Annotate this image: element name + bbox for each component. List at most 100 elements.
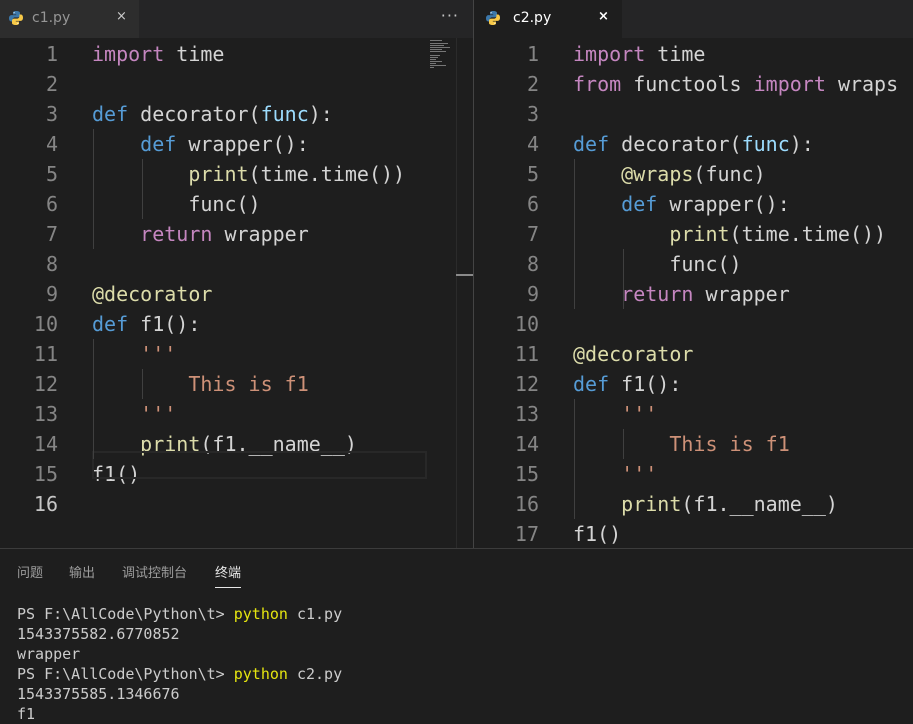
code-text: def decorator(func): — [573, 129, 814, 159]
indent-guide — [574, 159, 575, 309]
code-token: f1(): — [621, 372, 682, 396]
terminal-prompt: PS F:\AllCode\Python\t> — [17, 605, 234, 623]
line-number: 9 — [45, 282, 58, 306]
code-line[interactable]: 4 def wrapper(): — [0, 129, 473, 159]
code-line[interactable]: 10 — [474, 309, 913, 339]
tab-terminal[interactable]: 终端 — [215, 562, 242, 588]
code-line[interactable]: 7 return wrapper — [0, 219, 473, 249]
code-token: def — [573, 132, 622, 156]
line-number: 7 — [45, 222, 58, 246]
tab-debug-console[interactable]: 调试控制台 — [122, 562, 187, 581]
code-line[interactable]: 9 return wrapper — [474, 279, 913, 309]
code-token: ''' — [140, 402, 177, 426]
code-line[interactable]: 7 print(time.time()) — [474, 219, 913, 249]
tab-output[interactable]: 输出 — [69, 562, 95, 581]
tab-c2-py[interactable]: c2.py × — [474, 0, 622, 38]
terminal-prompt: PS F:\AllCode\Python\t> — [17, 665, 234, 683]
code-token: ''' — [140, 342, 177, 366]
tab-label: c2.py — [513, 10, 552, 26]
code-line[interactable]: 14 This is f1 — [474, 429, 913, 459]
code-line[interactable]: 4 def decorator(func): — [474, 129, 913, 159]
code-text: import time — [573, 39, 705, 69]
code-token: func — [260, 102, 309, 126]
code-line[interactable]: 3 def decorator(func): — [0, 99, 473, 129]
code-token: func() — [92, 192, 261, 216]
code-line[interactable]: 13 ''' — [474, 399, 913, 429]
code-text: print(time.time()) — [573, 219, 886, 249]
code-token: return — [621, 282, 706, 306]
code-line[interactable]: 5 print(time.time()) — [0, 159, 473, 189]
indent-guide — [142, 159, 143, 219]
tab-c1-py[interactable]: c1.py × — [0, 0, 139, 38]
tab-problems[interactable]: 问题 — [17, 562, 43, 581]
code-line[interactable]: 1 import time — [474, 39, 913, 69]
code-text: ''' — [92, 339, 176, 369]
line-number: 6 — [526, 192, 539, 216]
code-line[interactable]: 3 — [474, 99, 913, 129]
minimap[interactable] — [428, 38, 456, 548]
line-number: 16 — [33, 492, 58, 516]
code-token: f1(): — [140, 312, 201, 336]
code-line[interactable]: 11 @decorator — [474, 339, 913, 369]
code-line[interactable]: 5 @wraps(func) — [474, 159, 913, 189]
line-number: 1 — [45, 42, 58, 66]
code-line[interactable]: 17 f1() — [474, 519, 913, 548]
code-line[interactable]: 12 def f1(): — [474, 369, 913, 399]
code-line[interactable]: 11 ''' — [0, 339, 473, 369]
code-line[interactable]: 10 def f1(): — [0, 309, 473, 339]
code-line[interactable]: 8 — [0, 249, 473, 279]
code-line[interactable]: 12 This is f1 — [0, 369, 473, 399]
terminal-line: PS F:\AllCode\Python\t> python c1.py — [17, 605, 342, 623]
terminal-line: 1543375585.1346676 — [17, 685, 180, 703]
close-icon[interactable]: × — [598, 9, 609, 24]
code-text: @wraps(func) — [573, 159, 766, 189]
code-text: This is f1 — [573, 429, 789, 459]
code-line[interactable]: 15 ''' — [474, 459, 913, 489]
code-line[interactable]: 9 @decorator — [0, 279, 473, 309]
code-token: func — [741, 132, 790, 156]
line-number: 8 — [526, 252, 539, 276]
vertical-scrollbar[interactable] — [456, 38, 473, 548]
code-token: ''' — [621, 462, 658, 486]
code-token: wrapper(): — [669, 192, 790, 216]
code-token: print — [669, 222, 730, 246]
terminal-line: wrapper — [17, 645, 81, 663]
code-token: This is f1 — [188, 372, 309, 396]
code-text: def decorator(func): — [92, 99, 333, 129]
code-line[interactable]: 6 func() — [0, 189, 473, 219]
code-line[interactable]: 8 func() — [474, 249, 913, 279]
code-token: @decorator — [92, 282, 213, 306]
code-line[interactable]: 16 print(f1.__name__) — [474, 489, 913, 519]
code-line[interactable]: 13 ''' — [0, 399, 473, 429]
line-number: 4 — [45, 132, 58, 156]
editor-pane-c2: c2.py × 1 import time 2 from functools impo… — [474, 0, 913, 548]
close-icon[interactable]: × — [116, 9, 127, 24]
terminal-line: 1543375582.6770852 — [17, 625, 180, 643]
code-text: return wrapper — [92, 219, 309, 249]
code-text: print(f1.__name__) — [573, 489, 838, 519]
code-text: This is f1 — [92, 369, 309, 399]
indent-guide — [574, 399, 575, 519]
line-number: 2 — [45, 72, 58, 96]
code-text: return wrapper — [573, 279, 790, 309]
code-line[interactable]: 16 — [0, 489, 473, 519]
code-area[interactable]: 1 import time 2 from functools import wraps… — [474, 38, 913, 548]
more-actions-icon[interactable]: ··· — [441, 6, 459, 25]
code-token: @wraps — [621, 162, 694, 186]
code-text: func() — [573, 249, 741, 279]
line-number: 10 — [33, 312, 58, 336]
code-line[interactable]: 2 from functools import wraps — [474, 69, 913, 99]
code-token: time — [657, 42, 706, 66]
indent-guide — [623, 429, 624, 459]
line-number: 12 — [33, 372, 58, 396]
code-line[interactable]: 6 def wrapper(): — [474, 189, 913, 219]
code-line[interactable]: 1 import time — [0, 39, 473, 69]
code-line[interactable]: 2 — [0, 69, 473, 99]
terminal-line: PS F:\AllCode\Python\t> python c2.py — [17, 665, 342, 683]
indent-guide — [142, 369, 143, 399]
code-token: print — [188, 162, 249, 186]
code-token: (func) — [693, 162, 766, 186]
